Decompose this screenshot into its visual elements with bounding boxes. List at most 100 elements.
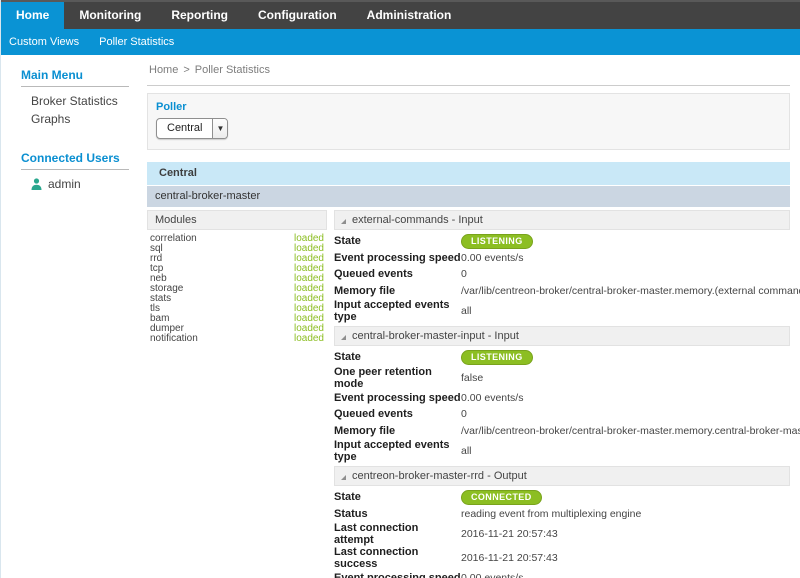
poller-stats-panel: Central central-broker-master Modules co… [147, 162, 790, 578]
sidebar-item-graphs[interactable]: Graphs [31, 112, 137, 127]
detail-label: Event processing speed [334, 572, 461, 578]
sidebar-heading-main-menu: Main Menu [21, 68, 137, 82]
modules-header: Modules [147, 210, 327, 230]
detail-label: Event processing speed [334, 392, 461, 404]
broker-name: central-broker-master [147, 186, 790, 207]
detail-label: Event processing speed [334, 252, 461, 264]
detail-label: Queued events [334, 408, 461, 420]
centreon-app: HomeMonitoringReportingConfigurationAdmi… [0, 0, 800, 578]
detail-value: 0.00 events/s [461, 392, 523, 404]
detail-value: 0 [461, 268, 467, 280]
modules-list: correlationloadedsqlloadedrrdloadedtcplo… [147, 230, 327, 344]
breadcrumb: Home>Poller Statistics [147, 61, 790, 86]
detail-label: Input accepted events type [334, 439, 461, 463]
detail-value: reading event from multiplexing engine [461, 508, 641, 520]
endpoint-sections-column: external-commands - InputStateLISTENINGE… [334, 210, 790, 578]
breadcrumb-link-home[interactable]: Home [149, 64, 178, 76]
detail-value: /var/lib/centreon-broker/central-broker-… [461, 425, 800, 437]
top-tab-reporting[interactable]: Reporting [156, 2, 243, 29]
detail-value: /var/lib/centreon-broker/central-broker-… [461, 285, 800, 297]
collapse-triangle-icon [341, 219, 346, 224]
module-name: notification [150, 334, 198, 344]
poller-label: Poller [156, 101, 779, 113]
detail-row: Last connection success2016-11-21 20:57:… [334, 546, 790, 570]
section-rows-centreon-broker-master-rrd-output: StateCONNECTEDStatusreading event from m… [334, 486, 790, 578]
main-content: Home>Poller Statistics Poller Central ▼ … [137, 55, 800, 578]
sub-navigation: Custom ViewsPoller Statistics [1, 29, 800, 55]
detail-label: Last connection attempt [334, 522, 461, 546]
section-header-central-broker-master-input-input[interactable]: central-broker-master-input - Input [334, 326, 790, 346]
divider [21, 169, 129, 170]
top-tab-monitoring[interactable]: Monitoring [64, 2, 156, 29]
connected-user-admin: admin [31, 177, 137, 191]
top-navigation: HomeMonitoringReportingConfigurationAdmi… [1, 0, 800, 29]
detail-row: Input accepted events typeall [334, 439, 790, 463]
detail-row: Input accepted events typeall [334, 299, 790, 323]
detail-row: Queued events0 [334, 406, 790, 423]
detail-label: Input accepted events type [334, 299, 461, 323]
detail-row: StateCONNECTED [334, 489, 790, 506]
detail-label: Memory file [334, 285, 461, 297]
detail-label: State [334, 235, 461, 247]
detail-row: StateLISTENING [334, 233, 790, 250]
subnav-item-poller-statistics[interactable]: Poller Statistics [89, 29, 184, 55]
section-header-centreon-broker-master-rrd-output[interactable]: centreon-broker-master-rrd - Output [334, 466, 790, 486]
sidebar-user-list: admin [13, 177, 137, 191]
detail-value: 2016-11-21 20:57:43 [461, 552, 558, 564]
detail-row: StateLISTENING [334, 349, 790, 366]
detail-label: Memory file [334, 425, 461, 437]
detail-value: 0.00 events/s [461, 252, 523, 264]
detail-row: Queued events0 [334, 266, 790, 283]
detail-row: One peer retention modefalse [334, 366, 790, 390]
top-tabs: HomeMonitoringReportingConfigurationAdmi… [1, 2, 466, 29]
section-rows-central-broker-master-input-input: StateLISTENINGOne peer retention modefal… [334, 346, 790, 466]
detail-value: all [461, 445, 472, 457]
connected-user-name: admin [48, 177, 81, 191]
detail-row: Memory file/var/lib/centreon-broker/cent… [334, 283, 790, 300]
poller-filter-panel: Poller Central ▼ [147, 93, 790, 150]
detail-label: One peer retention mode [334, 366, 461, 390]
subnav-item-custom-views[interactable]: Custom Views [9, 29, 89, 55]
section-title: external-commands - Input [352, 214, 483, 226]
detail-row: Event processing speed0.00 events/s [334, 570, 790, 578]
poller-select-value: Central [157, 119, 212, 138]
detail-row: Statusreading event from multiplexing en… [334, 506, 790, 523]
sidebar-heading-connected-users: Connected Users [21, 151, 137, 165]
top-tab-administration[interactable]: Administration [352, 2, 467, 29]
detail-row: Memory file/var/lib/centreon-broker/cent… [334, 423, 790, 440]
sidebar-section-connected-users: Connected Users admin [13, 151, 137, 191]
breadcrumb-separator: > [178, 64, 194, 76]
detail-label: State [334, 491, 461, 503]
detail-value: all [461, 305, 472, 317]
detail-label: Last connection success [334, 546, 461, 570]
state-badge: CONNECTED [461, 490, 542, 505]
detail-row: Last connection attempt2016-11-21 20:57:… [334, 522, 790, 546]
top-tab-configuration[interactable]: Configuration [243, 2, 352, 29]
sidebar-section-main-menu: Main Menu Broker Statistics Graphs [13, 68, 137, 127]
section-title: centreon-broker-master-rrd - Output [352, 470, 527, 482]
panel-title: Central [147, 162, 790, 185]
poller-select[interactable]: Central ▼ [156, 118, 228, 139]
chevron-down-icon: ▼ [212, 119, 227, 138]
top-tab-home[interactable]: Home [1, 2, 64, 29]
module-status: loaded [294, 334, 324, 344]
detail-row: Event processing speed0.00 events/s [334, 250, 790, 267]
sidebar-menu-items: Broker Statistics Graphs [13, 94, 137, 127]
detail-value: 2016-11-21 20:57:43 [461, 528, 558, 540]
detail-value: 0 [461, 408, 467, 420]
sidebar: Main Menu Broker Statistics Graphs Connec… [1, 55, 137, 191]
collapse-triangle-icon [341, 475, 346, 480]
detail-row: Event processing speed0.00 events/s [334, 390, 790, 407]
detail-label: Status [334, 508, 461, 520]
person-icon [31, 178, 42, 190]
state-badge: LISTENING [461, 350, 533, 365]
sidebar-item-broker-statistics[interactable]: Broker Statistics [31, 94, 137, 109]
modules-column: Modules correlationloadedsqlloadedrrdloa… [147, 210, 327, 344]
section-title: central-broker-master-input - Input [352, 330, 519, 342]
section-rows-external-commands-input: StateLISTENINGEvent processing speed0.00… [334, 230, 790, 326]
section-header-external-commands-input[interactable]: external-commands - Input [334, 210, 790, 230]
state-badge: LISTENING [461, 234, 533, 249]
breadcrumb-link-poller-statistics[interactable]: Poller Statistics [195, 64, 270, 76]
detail-label: State [334, 351, 461, 363]
module-row-notification: notification loaded [150, 334, 324, 344]
